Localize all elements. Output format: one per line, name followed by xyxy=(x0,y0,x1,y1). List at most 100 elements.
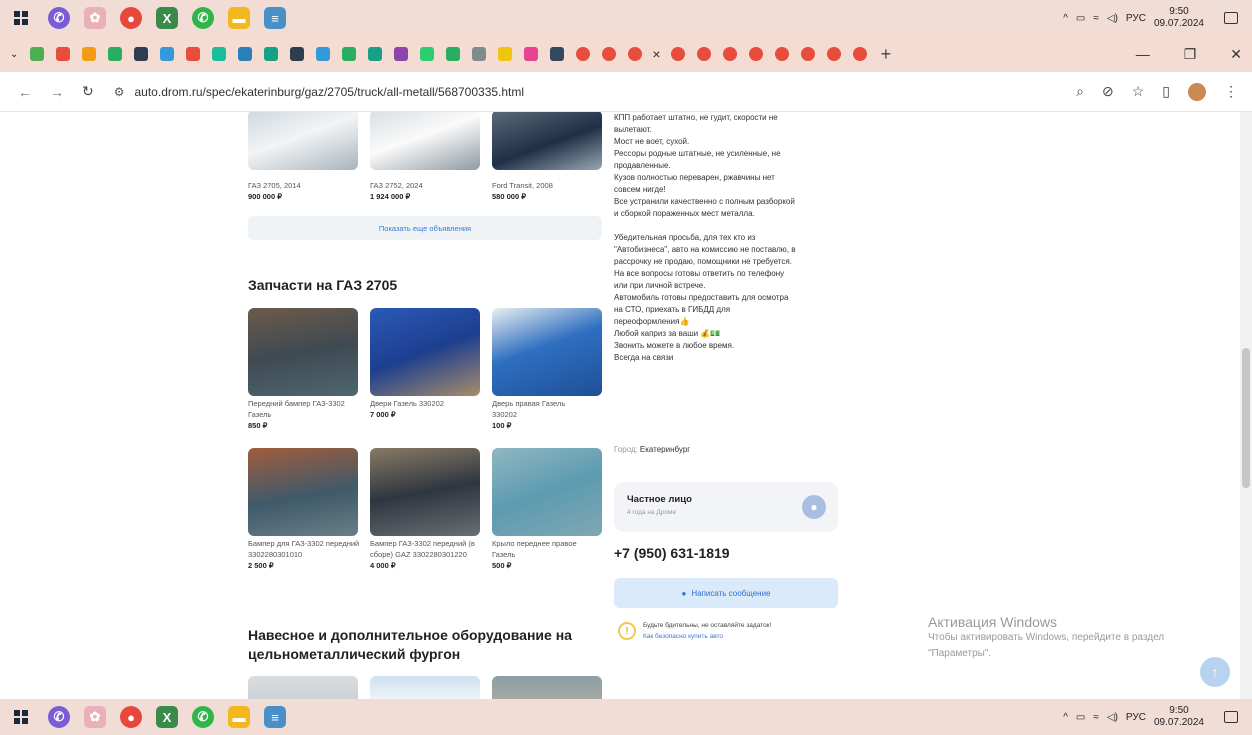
seller-card[interactable]: Частное лицо 4 года на Дроме ● xyxy=(614,482,838,532)
notification-icon[interactable] xyxy=(1224,12,1238,24)
url-field[interactable]: auto.drom.ru/spec/ekaterinburg/gaz/2705/… xyxy=(135,85,525,99)
tab-favicon[interactable] xyxy=(696,47,711,61)
clock[interactable]: 9:50 09.07.2024 xyxy=(1154,705,1204,729)
part-card[interactable]: Бампер ГАЗ-3302 передний (в сборе) GAZ 3… xyxy=(370,538,478,571)
whatsapp-icon[interactable]: ✆ xyxy=(192,7,214,29)
notepad-icon[interactable]: ≡ xyxy=(264,706,286,728)
tab-favicon[interactable] xyxy=(420,47,435,61)
tab-favicon[interactable] xyxy=(524,47,539,61)
show-more-listings-button[interactable]: Показать еще объявления xyxy=(248,216,602,240)
part-card[interactable]: Передний бампер ГАЗ-3302 Газель 850 ₽ xyxy=(248,398,360,431)
windows-icon[interactable] xyxy=(14,710,28,724)
volume-icon[interactable]: ◁) xyxy=(1107,712,1118,723)
file-explorer-icon[interactable]: ▬ xyxy=(228,706,250,728)
zoom-icon[interactable]: ⌕ xyxy=(1076,83,1084,100)
equipment-photo[interactable] xyxy=(248,676,358,699)
listing-card[interactable]: Ford Transit, 2008 580 000 ₽ xyxy=(492,180,604,202)
language-indicator[interactable]: РУС xyxy=(1126,13,1146,24)
tab-favicon[interactable] xyxy=(30,47,45,61)
tab-favicon[interactable] xyxy=(498,47,513,61)
clock[interactable]: 9:50 09.07.2024 xyxy=(1154,6,1204,30)
tab-favicon[interactable] xyxy=(186,47,201,61)
tab-search-icon[interactable]: ⌄ xyxy=(10,49,18,60)
back-icon[interactable]: ← xyxy=(18,84,32,100)
site-info-icon[interactable]: ⚙ xyxy=(114,85,125,99)
tab-favicon[interactable] xyxy=(134,47,149,61)
tab-favicon[interactable] xyxy=(602,47,617,61)
windows-icon[interactable] xyxy=(14,11,28,25)
extensions-icon[interactable]: ▯ xyxy=(1162,83,1170,100)
tab-favicon[interactable] xyxy=(446,47,461,61)
tab-close-icon[interactable]: × xyxy=(652,46,660,62)
tab-favicon[interactable] xyxy=(264,47,279,61)
tab-favicon[interactable] xyxy=(628,47,643,61)
chrome-icon[interactable]: ● xyxy=(120,7,142,29)
part-photo[interactable] xyxy=(248,448,358,536)
tray-chevron-icon[interactable]: ^ xyxy=(1063,712,1068,723)
safe-buy-link[interactable]: Как безопасно купить авто xyxy=(643,633,723,640)
tab-favicon[interactable] xyxy=(472,47,487,61)
tab-favicon[interactable] xyxy=(394,47,409,61)
menu-dots-icon[interactable]: ⋮ xyxy=(1224,83,1238,100)
network-icon[interactable]: ▭ xyxy=(1076,712,1085,723)
write-message-button[interactable]: ● Написать сообщение xyxy=(614,578,838,608)
listing-photo[interactable] xyxy=(370,112,480,170)
excel-icon[interactable]: X xyxy=(156,706,178,728)
notepad-icon[interactable]: ≡ xyxy=(264,7,286,29)
part-photo[interactable] xyxy=(492,308,602,396)
tab-favicon[interactable] xyxy=(238,47,253,61)
part-card[interactable]: Двери Газель 330202 7 000 ₽ xyxy=(370,398,482,420)
minimize-icon[interactable]: — xyxy=(1136,46,1150,63)
tab-favicon[interactable] xyxy=(800,47,815,61)
tab-favicon[interactable] xyxy=(826,47,841,61)
tab-favicon[interactable] xyxy=(160,47,175,61)
profile-avatar[interactable] xyxy=(1188,82,1206,101)
tab-favicon[interactable] xyxy=(748,47,763,61)
tab-favicon[interactable] xyxy=(108,47,123,61)
volume-icon[interactable]: ◁) xyxy=(1107,13,1118,24)
forward-icon[interactable]: → xyxy=(50,84,64,100)
part-photo[interactable] xyxy=(370,308,480,396)
tab-favicon[interactable] xyxy=(82,47,97,61)
part-photo[interactable] xyxy=(492,448,602,536)
tab-favicon[interactable] xyxy=(212,47,227,61)
tab-favicon[interactable] xyxy=(316,47,331,61)
network-app-icon[interactable]: ✿ xyxy=(84,7,106,29)
language-indicator[interactable]: РУС xyxy=(1126,712,1146,723)
listing-card[interactable]: ГАЗ 2705, 2014 900 000 ₽ xyxy=(248,180,360,202)
seller-phone[interactable]: +7 (950) 631-1819 xyxy=(614,545,730,561)
part-card[interactable]: Дверь правая Газель 330202 100 ₽ xyxy=(492,398,592,431)
tab-favicon[interactable] xyxy=(56,47,71,61)
part-card[interactable]: Крыло переднее правое Газель 500 ₽ xyxy=(492,538,588,571)
close-window-icon[interactable]: ✕ xyxy=(1230,46,1242,63)
part-card[interactable]: Бампер для ГАЗ-3302 передний 33022803010… xyxy=(248,538,360,571)
tab-favicon[interactable] xyxy=(852,47,867,61)
network-icon[interactable]: ▭ xyxy=(1076,13,1085,24)
page-scrollbar[interactable] xyxy=(1240,112,1252,699)
new-tab-button[interactable]: + xyxy=(881,44,892,65)
viber-icon[interactable]: ✆ xyxy=(48,7,70,29)
tab-favicon[interactable] xyxy=(290,47,305,61)
listing-card[interactable]: ГАЗ 2752, 2024 1 924 000 ₽ xyxy=(370,180,482,202)
listing-photo[interactable] xyxy=(492,112,602,170)
tab-favicon[interactable] xyxy=(342,47,357,61)
listing-photo[interactable] xyxy=(248,112,358,170)
chrome-icon[interactable]: ● xyxy=(120,706,142,728)
file-explorer-icon[interactable]: ▬ xyxy=(228,7,250,29)
notification-icon[interactable] xyxy=(1224,711,1238,723)
tab-favicon[interactable] xyxy=(670,47,685,61)
equipment-photo[interactable] xyxy=(492,676,602,699)
scroll-to-top-button[interactable]: ↑ xyxy=(1200,657,1230,687)
tab-favicon[interactable] xyxy=(722,47,737,61)
tab-favicon[interactable] xyxy=(368,47,383,61)
equipment-photo[interactable] xyxy=(370,676,480,699)
tray-chevron-icon[interactable]: ^ xyxy=(1063,13,1068,24)
part-photo[interactable] xyxy=(370,448,480,536)
whatsapp-icon[interactable]: ✆ xyxy=(192,706,214,728)
scrollbar-thumb[interactable] xyxy=(1242,348,1250,488)
restore-icon[interactable]: ❐ xyxy=(1184,46,1197,63)
bookmark-star-icon[interactable]: ☆ xyxy=(1132,83,1145,100)
network-app-icon[interactable]: ✿ xyxy=(84,706,106,728)
tab-favicon[interactable] xyxy=(550,47,565,61)
wifi-icon[interactable]: ≈ xyxy=(1093,712,1099,723)
